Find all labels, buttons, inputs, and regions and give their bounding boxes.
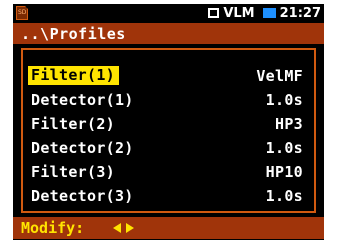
list-item-detector-1[interactable]: Detector(1) 1.0s <box>28 88 309 112</box>
list-item-detector-2[interactable]: Detector(2) 1.0s <box>28 136 309 160</box>
list-item-label: Filter(2) <box>31 115 115 133</box>
list-item-value: 1.0s <box>265 91 303 109</box>
list-item-label: Detector(2) <box>31 139 134 157</box>
list-item-label: Detector(1) <box>31 91 134 109</box>
title-bar: ..\Profiles <box>13 23 324 44</box>
list-item-label: Detector(3) <box>31 187 134 205</box>
list-item-value: 1.0s <box>265 139 303 157</box>
arrow-left-icon <box>113 223 121 233</box>
list-item-label: Filter(1) <box>28 66 119 85</box>
list-item-value: HP10 <box>265 163 303 181</box>
list-item-detector-3[interactable]: Detector(3) 1.0s <box>28 184 309 208</box>
list-item-value: HP3 <box>275 115 303 133</box>
clock-time: 21:27 <box>279 5 321 21</box>
status-bar: SD VLM 21:27 <box>13 4 324 22</box>
list-item-value: VelMF <box>256 67 303 85</box>
sd-card-label: SD <box>18 9 27 16</box>
modify-hint: Modify: <box>21 219 85 237</box>
mode-box-icon <box>208 8 220 18</box>
lcd-display: SD VLM 21:27 ..\Profiles Filter(1) VelMF… <box>13 4 324 240</box>
sd-card-icon: SD <box>16 6 28 20</box>
battery-icon <box>262 8 276 18</box>
hint-bar: Modify: <box>13 217 324 239</box>
list-item-filter-1[interactable]: Filter(1) VelMF <box>28 64 309 88</box>
list-item-filter-2[interactable]: Filter(2) HP3 <box>28 112 309 136</box>
list-item-value: 1.0s <box>265 187 303 205</box>
list-item-filter-3[interactable]: Filter(3) HP10 <box>28 160 309 184</box>
arrow-right-icon <box>126 223 134 233</box>
list-item-label: Filter(3) <box>31 163 115 181</box>
status-right: VLM 21:27 <box>208 4 321 22</box>
page-title: ..\Profiles <box>21 25 126 43</box>
mode-label: VLM <box>223 5 255 21</box>
device-screen: SD VLM 21:27 ..\Profiles Filter(1) VelMF… <box>0 0 337 242</box>
